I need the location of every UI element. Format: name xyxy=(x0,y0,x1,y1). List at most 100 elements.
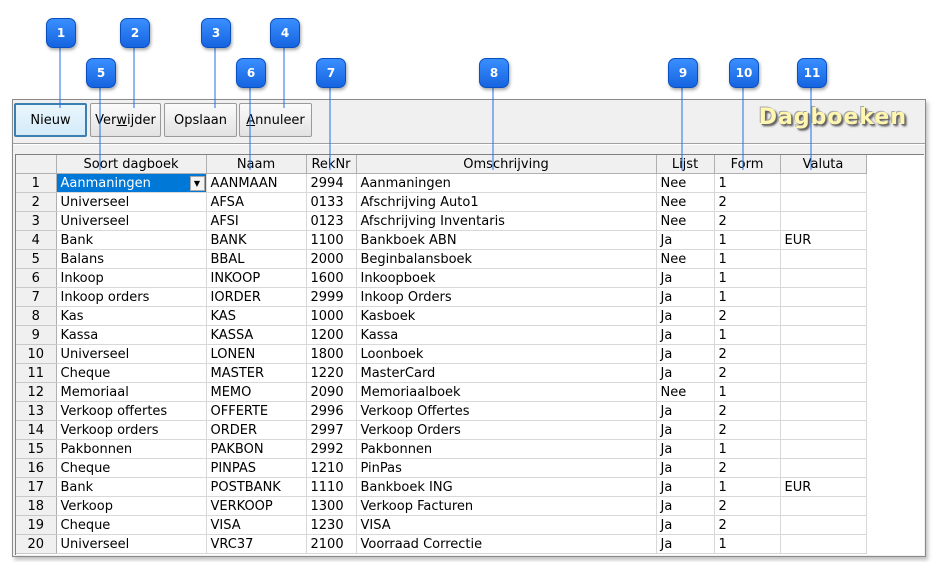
row-number[interactable]: 17 xyxy=(16,477,57,497)
cell-lijst[interactable]: Ja xyxy=(656,363,715,383)
table-row[interactable]: 12 Memoriaal MEMO 2090 Memoriaalboek Nee 1 xyxy=(16,382,867,402)
row-number[interactable]: 14 xyxy=(16,420,57,440)
table-row[interactable]: 5 Balans BBAL 2000 Beginbalansboek Nee 1 xyxy=(16,249,867,269)
cell-omschrijving[interactable]: Verkoop Offertes xyxy=(356,401,657,421)
cell-lijst[interactable]: Ja xyxy=(656,496,715,516)
cell-soort[interactable]: Cheque xyxy=(56,363,207,383)
cell-form[interactable]: 2 xyxy=(714,192,781,212)
cell-soort[interactable]: Pakbonnen xyxy=(56,439,207,459)
cell-lijst[interactable]: Nee xyxy=(656,382,715,402)
cell-valuta[interactable] xyxy=(780,401,867,421)
cell-valuta[interactable] xyxy=(780,420,867,440)
cell-soort[interactable]: Verkoop orders xyxy=(56,420,207,440)
cell-soort[interactable]: Inkoop orders xyxy=(56,287,207,307)
cell-reknr[interactable]: 1300 xyxy=(306,496,357,516)
cell-naam[interactable]: LONEN xyxy=(206,344,307,364)
cell-naam[interactable]: KAS xyxy=(206,306,307,326)
cell-form[interactable]: 2 xyxy=(714,306,781,326)
cell-form[interactable]: 1 xyxy=(714,249,781,269)
cell-naam[interactable]: VERKOOP xyxy=(206,496,307,516)
cell-lijst[interactable]: Ja xyxy=(656,477,715,497)
row-number[interactable]: 9 xyxy=(16,325,57,345)
col-header-omschrijving[interactable]: Omschrijving xyxy=(356,155,657,174)
cell-form[interactable]: 1 xyxy=(714,230,781,250)
cell-soort[interactable]: Bank xyxy=(56,230,207,250)
cell-omschrijving[interactable]: Verkoop Orders xyxy=(356,420,657,440)
cell-soort[interactable]: Cheque xyxy=(56,458,207,478)
cell-reknr[interactable]: 2000 xyxy=(306,249,357,269)
table-row[interactable]: 13 Verkoop offertes OFFERTE 2996 Verkoop Off… xyxy=(16,401,867,421)
cell-omschrijving[interactable]: VISA xyxy=(356,515,657,535)
row-number[interactable]: 16 xyxy=(16,458,57,478)
cell-soort[interactable]: Universeel xyxy=(56,192,207,212)
cell-soort[interactable]: Universeel xyxy=(56,344,207,364)
table-row[interactable]: 3 Universeel AFSI 0123 Afschrijving Inventar… xyxy=(16,211,867,231)
col-header-naam[interactable]: Naam xyxy=(206,155,307,174)
table-row[interactable]: 9 Kassa KASSA 1200 Kassa Ja 1 xyxy=(16,325,867,345)
cell-omschrijving[interactable]: Pakbonnen xyxy=(356,439,657,459)
cell-form[interactable]: 2 xyxy=(714,211,781,231)
cell-form[interactable]: 1 xyxy=(714,325,781,345)
cell-valuta[interactable] xyxy=(780,458,867,478)
cell-reknr[interactable]: 1200 xyxy=(306,325,357,345)
cell-reknr[interactable]: 1600 xyxy=(306,268,357,288)
cell-soort[interactable]: Memoriaal xyxy=(56,382,207,402)
cell-reknr[interactable]: 2996 xyxy=(306,401,357,421)
cell-soort[interactable]: Aanmaningen ▼ xyxy=(56,173,207,193)
cell-valuta[interactable] xyxy=(780,173,867,193)
cell-valuta[interactable] xyxy=(780,306,867,326)
cell-lijst[interactable]: Ja xyxy=(656,458,715,478)
cell-lijst[interactable]: Ja xyxy=(656,230,715,250)
cell-soort[interactable]: Universeel xyxy=(56,211,207,231)
cell-naam[interactable]: VRC37 xyxy=(206,534,307,554)
cell-omschrijving[interactable]: Aanmaningen xyxy=(356,173,657,193)
cell-form[interactable]: 1 xyxy=(714,287,781,307)
table-row[interactable]: 7 Inkoop orders IORDER 2999 Inkoop Orders Ja 1 xyxy=(16,287,867,307)
cell-form[interactable]: 1 xyxy=(714,534,781,554)
cell-naam[interactable]: OFFERTE xyxy=(206,401,307,421)
table-row[interactable]: 4 Bank BANK 1100 Bankboek ABN Ja 1 EUR xyxy=(16,230,867,250)
cell-naam[interactable]: MEMO xyxy=(206,382,307,402)
row-number[interactable]: 3 xyxy=(16,211,57,231)
cell-lijst[interactable]: Ja xyxy=(656,325,715,345)
table-row[interactable]: 10 Universeel LONEN 1800 Loonboek Ja 2 xyxy=(16,344,867,364)
cell-omschrijving[interactable]: Inkoop Orders xyxy=(356,287,657,307)
cell-reknr[interactable]: 1220 xyxy=(306,363,357,383)
col-header-soort[interactable]: Soort dagboek xyxy=(56,155,207,174)
cell-naam[interactable]: PINPAS xyxy=(206,458,307,478)
cell-omschrijving[interactable]: PinPas xyxy=(356,458,657,478)
cell-soort[interactable]: Cheque xyxy=(56,515,207,535)
cell-soort[interactable]: Kas xyxy=(56,306,207,326)
cell-lijst[interactable]: Nee xyxy=(656,173,715,193)
cell-soort[interactable]: Universeel xyxy=(56,534,207,554)
row-number[interactable]: 1 xyxy=(16,173,57,193)
cell-soort[interactable]: Balans xyxy=(56,249,207,269)
cell-naam[interactable]: AFSA xyxy=(206,192,307,212)
soort-dropdown[interactable]: Aanmaningen ▼ xyxy=(57,175,206,192)
table-row[interactable]: 18 Verkoop VERKOOP 1300 Verkoop Facturen Ja 2 xyxy=(16,496,867,516)
cell-lijst[interactable]: Ja xyxy=(656,420,715,440)
cell-naam[interactable]: KASSA xyxy=(206,325,307,345)
cell-reknr[interactable]: 1210 xyxy=(306,458,357,478)
cell-valuta[interactable] xyxy=(780,325,867,345)
table-row[interactable]: 16 Cheque PINPAS 1210 PinPas Ja 2 xyxy=(16,458,867,478)
cell-omschrijving[interactable]: Bankboek ING xyxy=(356,477,657,497)
cell-reknr[interactable]: 2994 xyxy=(306,173,357,193)
cell-lijst[interactable]: Ja xyxy=(656,306,715,326)
cell-naam[interactable]: INKOOP xyxy=(206,268,307,288)
row-number[interactable]: 7 xyxy=(16,287,57,307)
cell-valuta[interactable] xyxy=(780,496,867,516)
row-number[interactable]: 20 xyxy=(16,534,57,554)
cell-lijst[interactable]: Ja xyxy=(656,268,715,288)
cell-omschrijving[interactable]: Verkoop Facturen xyxy=(356,496,657,516)
cell-reknr[interactable]: 2090 xyxy=(306,382,357,402)
cancel-button[interactable]: Annuleer xyxy=(239,103,312,137)
cell-omschrijving[interactable]: MasterCard xyxy=(356,363,657,383)
col-header-lijst[interactable]: Lijst xyxy=(656,155,715,174)
cell-form[interactable]: 1 xyxy=(714,382,781,402)
cell-lijst[interactable]: Nee xyxy=(656,211,715,231)
cell-omschrijving[interactable]: Inkoopboek xyxy=(356,268,657,288)
cell-soort[interactable]: Bank xyxy=(56,477,207,497)
cell-naam[interactable]: IORDER xyxy=(206,287,307,307)
delete-button[interactable]: Ver w ijder xyxy=(90,103,161,137)
